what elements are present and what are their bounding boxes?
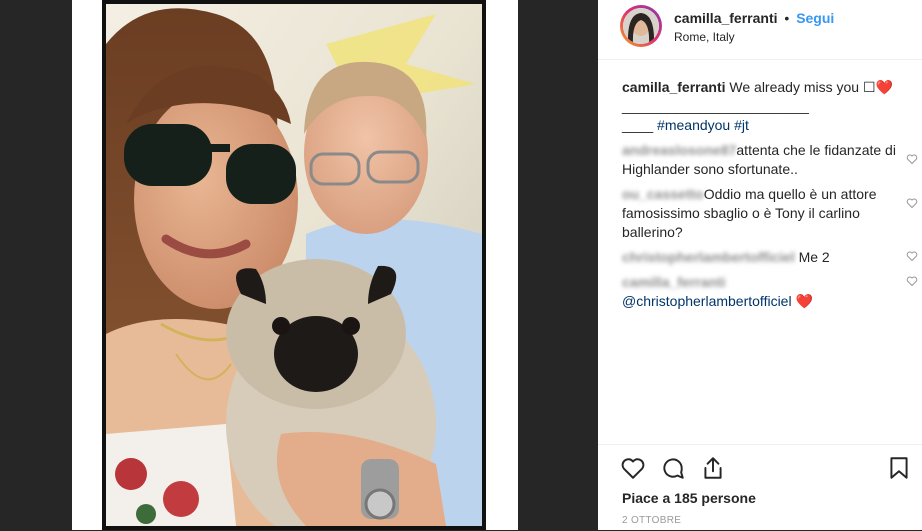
comment-username[interactable]: andreaslosone87 [622, 142, 736, 158]
comment-username[interactable]: camilla_ferranti [622, 274, 726, 290]
post-location[interactable]: Rome, Italy [674, 30, 735, 44]
backdrop-left [0, 0, 72, 530]
caption-hashtags[interactable]: #meandyou #jt [657, 117, 749, 133]
bookmark-icon[interactable] [886, 455, 912, 481]
comments-list: camilla_ferranti We already miss you ☐❤️… [622, 78, 918, 311]
action-bar: Piace a 185 persone 2 OTTOBRE [598, 444, 922, 531]
caption-username[interactable]: camilla_ferranti [622, 79, 726, 95]
like-heart-icon[interactable] [620, 455, 646, 481]
list-item: ou_cassettoOddio ma quello è un attore f… [622, 185, 918, 242]
comment-bubble-icon[interactable] [660, 455, 686, 481]
comment-text: Me 2 [798, 249, 830, 265]
comment-username[interactable]: christopherlambertofficiel [622, 249, 795, 265]
caption-underline-2: ____ [622, 117, 654, 133]
list-item: camilla_ferranti @christopherlambertoffi… [622, 273, 918, 311]
heart-outline-icon[interactable] [906, 250, 918, 262]
heart-outline-icon[interactable] [906, 153, 918, 165]
heart-emoji-icon: ❤️ [875, 79, 893, 95]
comment-mention[interactable]: @christopherlambertofficiel [622, 293, 792, 309]
backdrop-right [518, 0, 598, 530]
selfie-image [106, 4, 482, 526]
follow-button[interactable]: Segui [796, 10, 834, 26]
separator-dot: • [784, 10, 790, 26]
share-upload-icon[interactable] [700, 455, 726, 481]
heart-outline-icon[interactable] [906, 197, 918, 209]
list-item: andreaslosone87attenta che le fidanzate … [622, 141, 918, 179]
likes-count[interactable]: Piace a 185 persone [622, 490, 756, 506]
photo-panel [72, 0, 518, 530]
caption-text: We already miss you ☐ [729, 79, 876, 95]
comment-username[interactable]: ou_cassetto [622, 186, 704, 202]
post-date: 2 OTTOBRE [622, 515, 682, 526]
heart-outline-icon[interactable] [906, 275, 918, 287]
heart-emoji-icon: ❤️ [795, 293, 813, 309]
post-photo[interactable] [102, 0, 486, 530]
list-item: christopherlambertofficiel Me 2 [622, 248, 918, 267]
post-header: camilla_ferranti • Segui Rome, Italy [598, 0, 922, 60]
caption-underline: ________________________ [622, 98, 809, 114]
avatar-image [623, 8, 659, 44]
post-username[interactable]: camilla_ferranti [674, 10, 778, 26]
avatar[interactable] [620, 5, 662, 47]
post-sidebar: camilla_ferranti • Segui Rome, Italy cam… [598, 0, 922, 530]
caption: camilla_ferranti We already miss you ☐❤️… [622, 78, 908, 135]
